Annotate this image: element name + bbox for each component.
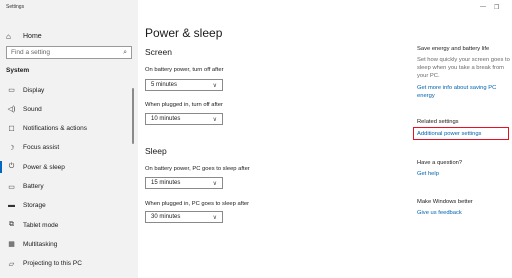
sidebar-group-system: System	[6, 67, 30, 74]
additional-power-settings-link[interactable]: Additional power settings	[417, 130, 509, 138]
sidebar-item-label: Storage	[23, 202, 46, 210]
display-icon: ▭	[8, 87, 15, 94]
search-input[interactable]: Find a setting ⌕	[6, 46, 132, 59]
focus-assist-icon: ☽	[8, 144, 15, 152]
battery-icon: ▭	[8, 183, 15, 191]
feedback-title: Make Windows better	[417, 199, 473, 205]
projecting-icon: ▱	[8, 260, 15, 268]
sound-icon: ◁)	[7, 106, 16, 114]
related-panel: Save energy and battery life Set how qui…	[413, 0, 512, 278]
related-settings-title: Related settings	[417, 119, 459, 125]
search-placeholder: Find a setting	[11, 49, 51, 56]
sidebar-item-label: Focus assist	[23, 144, 60, 152]
sidebar-item-label: Notifications & actions	[23, 125, 87, 133]
screen-plugged-dropdown[interactable]: 10 minutes ∨	[145, 113, 223, 125]
sidebar-item-label: Sound	[23, 105, 42, 113]
chevron-down-icon: ∨	[212, 214, 217, 221]
sidebar-item-battery[interactable]: ▭ Battery	[0, 178, 138, 196]
sidebar: Settings ⌂ Home Find a setting ⌕ System …	[0, 0, 138, 278]
chevron-down-icon: ∨	[212, 180, 217, 187]
sidebar-scrollbar[interactable]	[132, 88, 134, 144]
sidebar-item-projecting-to-this-pc[interactable]: ▱ Projecting to this PC	[0, 255, 138, 273]
sidebar-item-label: Multitasking	[23, 240, 58, 248]
minimize-icon[interactable]: —	[480, 4, 486, 10]
app-title: Settings	[6, 4, 25, 10]
tablet-mode-icon: ⧉	[9, 221, 14, 229]
sidebar-item-tablet-mode[interactable]: ⧉ Tablet mode	[0, 216, 138, 234]
sleep-battery-label: On battery power, PC goes to sleep after	[145, 166, 250, 172]
save-energy-link[interactable]: Get more info about saving PC energy	[417, 84, 509, 100]
sidebar-item-focus-assist[interactable]: ☽ Focus assist	[0, 139, 138, 157]
question-title: Have a question?	[417, 160, 463, 166]
chevron-down-icon: ∨	[212, 82, 217, 89]
screen-plugged-label: When plugged in, turn off after	[145, 102, 223, 108]
sidebar-item-multitasking[interactable]: ▦ Multitasking	[0, 235, 138, 253]
sidebar-item-display[interactable]: ▭ Display	[0, 81, 138, 99]
power-icon: ⏻	[8, 163, 15, 171]
nav-home-label: Home	[23, 32, 42, 40]
page-title: Power & sleep	[145, 26, 223, 40]
screen-plugged-value: 10 minutes	[151, 116, 181, 122]
sleep-plugged-label: When plugged in, PC goes to sleep after	[145, 201, 250, 207]
sleep-battery-dropdown[interactable]: 15 minutes ∨	[145, 177, 223, 189]
sleep-plugged-dropdown[interactable]: 30 minutes ∨	[145, 211, 223, 223]
sidebar-item-label: Power & sleep	[23, 163, 65, 171]
sidebar-item-storage[interactable]: ▬ Storage	[0, 197, 138, 215]
main-content: Power & sleep Screen On battery power, t…	[145, 0, 405, 278]
notifications-icon: ☐	[8, 125, 15, 133]
sidebar-item-label: Tablet mode	[23, 221, 59, 229]
home-icon: ⌂	[6, 31, 11, 41]
storage-icon: ▬	[8, 202, 15, 210]
sidebar-item-power-sleep[interactable]: ⏻ Power & sleep	[0, 158, 138, 176]
restore-icon[interactable]: ❐	[494, 4, 499, 11]
save-energy-title: Save energy and battery life	[417, 46, 490, 52]
sleep-battery-value: 15 minutes	[151, 180, 181, 186]
sidebar-item-label: Battery	[23, 183, 44, 190]
save-energy-text: Set how quickly your screen goes to slee…	[417, 57, 510, 79]
get-help-link[interactable]: Get help	[417, 170, 509, 178]
search-icon[interactable]: ⌕	[123, 49, 127, 57]
chevron-down-icon: ∨	[212, 116, 217, 123]
sidebar-item-label: Display	[23, 86, 45, 94]
screen-battery-value: 5 minutes	[151, 82, 178, 88]
sidebar-item-notifications-actions[interactable]: ☐ Notifications & actions	[0, 120, 138, 138]
screen-battery-dropdown[interactable]: 5 minutes ∨	[145, 79, 223, 91]
sleep-plugged-value: 30 minutes	[151, 214, 181, 220]
multitasking-icon: ▦	[8, 241, 15, 249]
sidebar-item-sound[interactable]: ◁) Sound	[0, 100, 138, 118]
give-feedback-link[interactable]: Give us feedback	[417, 209, 509, 217]
screen-battery-label: On battery power, turn off after	[145, 67, 224, 73]
sidebar-item-label: Projecting to this PC	[23, 260, 82, 268]
nav-home[interactable]: ⌂ Home	[6, 30, 42, 42]
sleep-heading: Sleep	[145, 146, 167, 156]
screen-heading: Screen	[145, 47, 172, 57]
